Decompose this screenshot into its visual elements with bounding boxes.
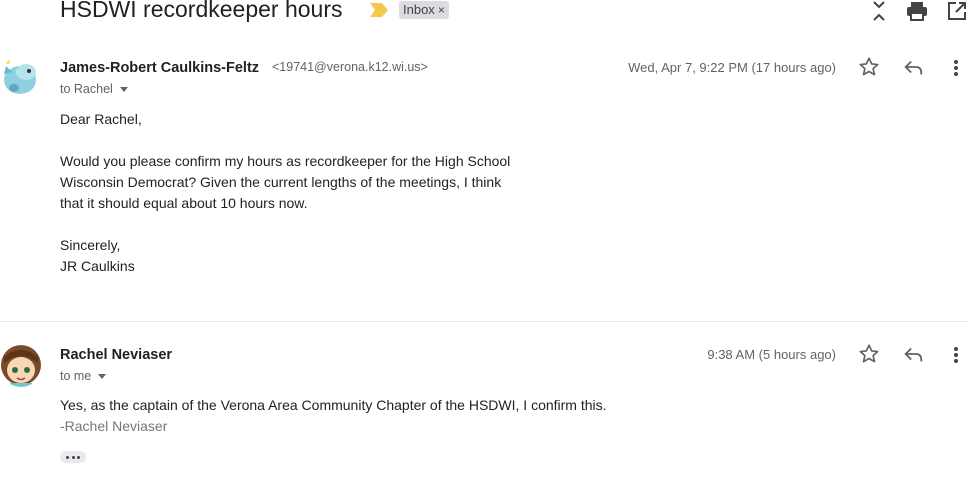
recipient-details-toggle[interactable]: to me bbox=[60, 369, 107, 383]
message-body: Dear Rachel, Would you please confirm my… bbox=[60, 109, 660, 277]
message-body: Yes, as the captain of the Verona Area C… bbox=[60, 395, 760, 416]
ellipsis-dot bbox=[77, 456, 80, 459]
signature-text: -Rachel Neviaser bbox=[60, 418, 168, 434]
reply-icon[interactable] bbox=[902, 56, 924, 78]
message-date: Wed, Apr 7, 9:22 PM (17 hours ago) bbox=[628, 60, 836, 75]
ellipsis-dot bbox=[71, 456, 75, 459]
inbox-label-chip: Inbox × bbox=[399, 1, 449, 19]
print-icon[interactable] bbox=[906, 0, 928, 22]
ellipsis-dot bbox=[66, 456, 69, 459]
chevron-down-icon bbox=[98, 374, 107, 380]
body-line: Would you please confirm my hours as rec… bbox=[60, 153, 511, 169]
star-icon[interactable] bbox=[858, 343, 880, 365]
recipient-text: to Rachel bbox=[60, 82, 113, 96]
star-icon[interactable] bbox=[858, 56, 880, 78]
open-in-new-window-icon[interactable] bbox=[946, 0, 968, 22]
message-date: 9:38 AM (5 hours ago) bbox=[707, 347, 836, 362]
sender-name[interactable]: James-Robert Caulkins-Feltz bbox=[60, 60, 259, 76]
sender-avatar[interactable] bbox=[0, 56, 42, 98]
sender-avatar[interactable] bbox=[0, 345, 42, 387]
sender-email: <19741@verona.k12.wi.us> bbox=[272, 60, 428, 74]
inbox-label-text: Inbox bbox=[403, 2, 435, 17]
closing-text: Sincerely, bbox=[60, 237, 121, 253]
remove-label-button[interactable]: × bbox=[438, 3, 445, 17]
body-line: Yes, as the captain of the Verona Area C… bbox=[60, 397, 607, 413]
sender-name[interactable]: Rachel Neviaser bbox=[60, 347, 172, 363]
show-trimmed-content-button[interactable] bbox=[60, 451, 86, 463]
signature-text: JR Caulkins bbox=[60, 258, 135, 274]
chevron-down-icon bbox=[119, 87, 128, 93]
greeting-text: Dear Rachel, bbox=[60, 111, 142, 127]
recipient-details-toggle[interactable]: to Rachel bbox=[60, 82, 128, 96]
more-options-icon[interactable] bbox=[950, 345, 962, 365]
message-divider bbox=[0, 321, 968, 322]
email-subject: HSDWI recordkeeper hours bbox=[60, 0, 343, 22]
importance-marker-icon[interactable] bbox=[370, 3, 388, 17]
collapse-all-icon[interactable] bbox=[868, 0, 890, 22]
more-options-icon[interactable] bbox=[950, 58, 962, 78]
body-line: that it should equal about 10 hours now. bbox=[60, 195, 308, 211]
reply-icon[interactable] bbox=[902, 343, 924, 365]
recipient-text: to me bbox=[60, 369, 92, 383]
body-line: Wisconsin Democrat? Given the current le… bbox=[60, 174, 502, 190]
